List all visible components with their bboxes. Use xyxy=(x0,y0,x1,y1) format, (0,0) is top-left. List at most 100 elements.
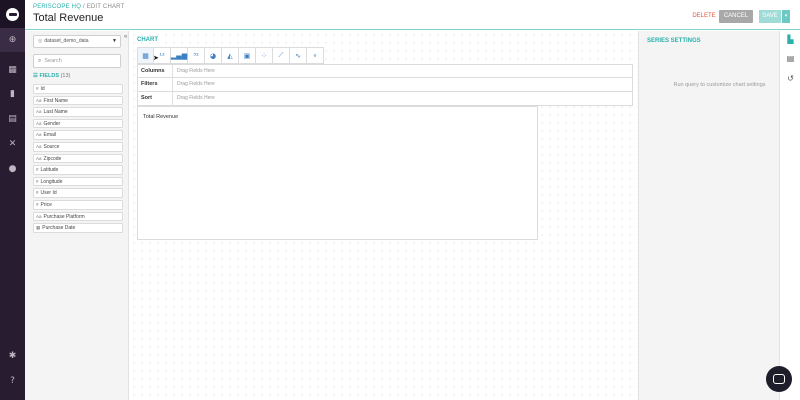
fields-count: (13) xyxy=(60,73,71,79)
document-icon[interactable]: ▤ xyxy=(0,112,25,126)
chevron-down-icon: ▼ xyxy=(112,38,117,44)
line-icon[interactable]: ⟋ xyxy=(273,47,290,64)
mouse-cursor-icon: ➤ xyxy=(153,55,159,62)
notes-icon[interactable]: ▤ xyxy=(780,54,800,63)
bubble-icon[interactable]: ∿ xyxy=(290,47,307,64)
save-dropdown-button[interactable]: ▾ xyxy=(782,10,790,23)
settings-icon[interactable]: ✱ xyxy=(0,349,25,363)
number-type-icon: # xyxy=(36,167,39,173)
filters-label: Filters xyxy=(141,81,158,87)
globe-nav-item[interactable]: ⊕ xyxy=(0,28,25,52)
field-name: Email xyxy=(43,132,57,139)
globe-icon[interactable]: ⊕ xyxy=(0,33,25,47)
tools-icon[interactable]: ✕ xyxy=(0,137,25,151)
series-settings-message: Run query to customize chart settings xyxy=(673,82,766,88)
series-settings-title: SERIES SETTINGS xyxy=(647,38,701,44)
fields-heading-label: FIELDS xyxy=(39,73,60,79)
text-type-icon: Aa xyxy=(36,132,42,138)
delete-button[interactable]: DELETE xyxy=(692,10,716,22)
filters-drop-zone[interactable]: Drag Fields Here xyxy=(172,78,632,91)
text-type-icon: Aa xyxy=(36,155,42,161)
dataset-value: dataset_demo_data xyxy=(44,38,89,44)
scatter-icon[interactable]: ⁘ xyxy=(256,47,273,64)
map-icon[interactable]: ⚬ xyxy=(307,47,324,64)
bookmark-icon[interactable]: ▮ xyxy=(0,87,25,101)
field-item[interactable]: Aa Last Name xyxy=(33,107,123,117)
chevron-down-icon: ▾ xyxy=(784,13,788,19)
text-type-icon: Aa xyxy=(36,120,42,126)
field-item[interactable]: ▦ Purchase Date xyxy=(33,223,123,233)
bell-icon[interactable]: ● xyxy=(0,162,25,176)
field-name: Price xyxy=(40,201,52,208)
field-item[interactable]: # Id xyxy=(33,84,123,94)
columns-shelf: Columns Drag Fields Here xyxy=(137,64,633,78)
filters-shelf: Filters Drag Fields Here xyxy=(137,78,633,92)
field-name: Purchase Platform xyxy=(43,213,85,220)
image-icon[interactable]: ▣ xyxy=(239,47,256,64)
number-type-icon: # xyxy=(36,190,39,196)
search-field[interactable]: ⌕ Search xyxy=(33,54,121,68)
field-item[interactable]: Aa Email xyxy=(33,130,123,140)
left-nav: ⊕ ▦ ▮ ▤ ✕ ● ✱ ? xyxy=(0,0,25,400)
search-icon: ⌕ xyxy=(38,58,42,64)
date-type-icon: ▦ xyxy=(36,225,41,231)
help-icon[interactable]: ? xyxy=(0,374,25,388)
dashboard-icon[interactable]: ▦ xyxy=(0,63,25,77)
save-button[interactable]: SAVE xyxy=(759,10,781,23)
field-item[interactable]: Aa Purchase Platform xyxy=(33,211,123,222)
field-item[interactable]: # Longitude xyxy=(33,176,123,187)
sort-drop-zone[interactable]: Drag Fields Here xyxy=(172,92,632,105)
number-type-icon: # xyxy=(36,86,39,91)
field-name: User Id xyxy=(40,190,57,197)
field-item[interactable]: Aa Source xyxy=(33,141,123,152)
scalar-icon[interactable]: ³² xyxy=(188,47,205,64)
field-item[interactable]: Aa First Name xyxy=(33,95,123,106)
number-type-icon: # xyxy=(36,178,39,184)
number-type-icon: # xyxy=(36,201,39,207)
field-item[interactable]: Aa Gender xyxy=(33,118,123,129)
field-name: Latitude xyxy=(40,167,59,174)
cancel-button[interactable]: CANCEL xyxy=(719,10,753,23)
search-input[interactable]: Search xyxy=(44,58,61,64)
collapse-panel-icon[interactable]: « xyxy=(124,34,127,40)
field-item[interactable]: # Latitude xyxy=(33,165,123,175)
text-type-icon: Aa xyxy=(36,143,42,149)
field-name: Last Name xyxy=(43,109,68,116)
text-type-icon: Aa xyxy=(36,97,42,103)
field-name: Purchase Date xyxy=(42,225,76,232)
field-name: Id xyxy=(40,86,45,92)
columns-drop-zone[interactable]: Drag Fields Here xyxy=(172,65,632,78)
text-type-icon: Aa xyxy=(36,109,42,115)
field-name: Longitude xyxy=(40,178,63,185)
page-header: PERISCOPE HQ / EDIT CHART Total Revenue … xyxy=(25,0,800,30)
chat-launcher-button[interactable] xyxy=(766,366,792,392)
field-list: # Id Aa First Name Aa Last Name Aa Gender Aa… xyxy=(33,84,123,235)
table-icon[interactable]: ▦ xyxy=(137,47,154,64)
field-item[interactable]: # User Id xyxy=(33,188,123,198)
field-name: Source xyxy=(43,143,60,150)
text-type-icon: Aa xyxy=(36,213,42,219)
field-name: Zipcode xyxy=(43,155,62,162)
chart-settings-icon[interactable]: ▙ xyxy=(780,35,800,44)
result-table: Total Revenue xyxy=(137,106,538,240)
bar-chart-icon[interactable]: ▂▄▆ xyxy=(171,47,188,64)
dataset-icon: ◎ xyxy=(38,38,43,44)
chart-type-toolbar: ▦ ¹² ▂▄▆ ³² ◕ ◭ ▣ ⁘ ⟋ ∿ ⚬ xyxy=(137,47,324,64)
result-column-header: Total Revenue xyxy=(143,114,179,120)
page-title[interactable]: Total Revenue xyxy=(33,12,103,24)
history-icon[interactable]: ↺ xyxy=(780,74,800,83)
field-name: First Name xyxy=(43,97,68,104)
pie-chart-icon[interactable]: ◕ xyxy=(205,47,222,64)
field-item[interactable]: # Price xyxy=(33,199,123,210)
area-chart-icon[interactable]: ◭ xyxy=(222,47,239,64)
sort-shelf: Sort Drag Fields Here xyxy=(137,92,633,106)
breadcrumb-current: EDIT CHART xyxy=(86,4,125,10)
field-name: Gender xyxy=(43,120,61,127)
field-item[interactable]: Aa Zipcode xyxy=(33,153,123,164)
right-rail: ▙ ▤ ↺ xyxy=(779,31,800,400)
breadcrumb: PERISCOPE HQ / EDIT CHART xyxy=(33,4,124,10)
breadcrumb-root[interactable]: PERISCOPE HQ xyxy=(33,4,81,10)
dataset-select[interactable]: ◎ dataset_demo_data ▼ xyxy=(33,35,121,48)
periscope-logo[interactable] xyxy=(0,0,25,28)
columns-label: Columns xyxy=(141,68,165,74)
